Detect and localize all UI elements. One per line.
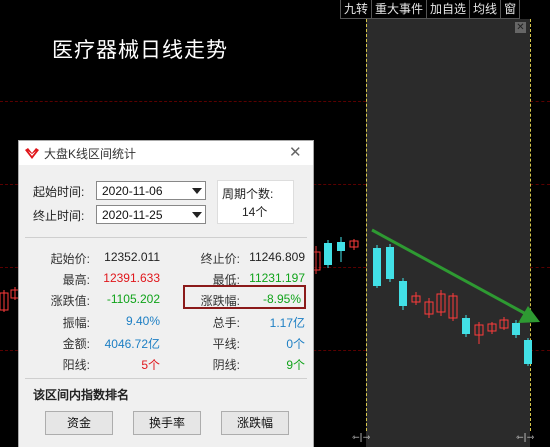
end-price-label: 终止价: xyxy=(200,252,240,266)
window-button[interactable]: 窗 xyxy=(500,0,521,19)
start-date-select[interactable]: 2020-11-06 xyxy=(96,181,206,200)
amount-label: 金额: xyxy=(62,337,90,351)
trend-arrow-head xyxy=(518,306,540,323)
pct-change-value: -8.95% xyxy=(262,292,301,306)
high-label: 最高: xyxy=(62,273,90,287)
low-value: 11231.197 xyxy=(249,271,305,285)
candle-body xyxy=(373,248,381,286)
range-end-marker[interactable]: ⇽|⇾ xyxy=(516,433,534,443)
candle-body xyxy=(512,323,520,335)
end-date-value: 2020-11-25 xyxy=(102,208,163,222)
down-count-value: 9个 xyxy=(286,358,305,372)
amplitude-value: 9.40% xyxy=(125,314,160,328)
change-label: 涨跌值: xyxy=(50,294,90,308)
amplitude-label: 振幅: xyxy=(62,316,90,330)
start-price-value: 12352.011 xyxy=(104,250,160,264)
flat-count-value: 0个 xyxy=(286,337,305,351)
app-logo-icon xyxy=(25,148,39,159)
major-events-button[interactable]: 重大事件 xyxy=(371,0,428,19)
start-price-label: 起始价: xyxy=(50,252,90,266)
fund-rank-button[interactable]: 资金 xyxy=(45,411,113,435)
period-count-value: 14个 xyxy=(242,205,268,219)
chevron-down-icon[interactable] xyxy=(188,182,205,199)
ranking-section-title: 该区间内指数排名 xyxy=(33,388,130,402)
jiuzhuan-button[interactable]: 九转 xyxy=(340,0,373,19)
dialog-title: 大盘K线区间统计 xyxy=(44,147,137,161)
period-count-label: 周期个数: xyxy=(222,187,274,201)
chart-stage: 九转 重大事件 加自选 均线 窗 医疗器械日线走势 ✕ ⇽|⇾ ⇽|⇾ 大盘K线… xyxy=(0,0,550,447)
candle-body xyxy=(337,242,345,251)
volume-label: 总手: xyxy=(212,316,240,330)
end-time-label: 终止时间: xyxy=(33,209,85,223)
change-rank-button[interactable]: 涨跌幅 xyxy=(221,411,289,435)
pct-change-label: 涨跌幅: xyxy=(200,294,240,308)
volume-value: 1.17亿 xyxy=(269,316,305,330)
candle-body xyxy=(386,247,394,279)
up-count-value: 5个 xyxy=(141,358,160,372)
flat-count-label: 平线: xyxy=(212,337,240,351)
chart-title: 医疗器械日线走势 xyxy=(52,38,228,62)
close-icon[interactable]: ✕ xyxy=(515,22,526,33)
range-start-marker[interactable]: ⇽|⇾ xyxy=(352,433,370,443)
candle-body xyxy=(324,243,332,265)
start-date-value: 2020-11-06 xyxy=(102,184,163,198)
down-count-label: 阴线: xyxy=(212,358,240,372)
candle-body xyxy=(462,318,470,334)
candle-body xyxy=(399,281,407,306)
add-favorite-button[interactable]: 加自选 xyxy=(426,0,471,19)
period-count-box: 周期个数: 14个 xyxy=(217,180,294,224)
start-time-label: 起始时间: xyxy=(33,185,85,199)
moving-average-button[interactable]: 均线 xyxy=(469,0,502,19)
high-value: 12391.633 xyxy=(103,271,160,285)
turnover-rank-button[interactable]: 换手率 xyxy=(133,411,201,435)
end-date-select[interactable]: 2020-11-25 xyxy=(96,205,206,224)
change-value: -1105.202 xyxy=(106,292,160,306)
dialog-titlebar[interactable]: 大盘K线区间统计 ✕ xyxy=(19,141,313,165)
up-count-label: 阳线: xyxy=(62,358,90,372)
candle-body xyxy=(524,340,532,364)
divider xyxy=(25,378,307,379)
top-toolbar: 九转 重大事件 加自选 均线 窗 xyxy=(340,0,521,19)
chevron-down-icon[interactable] xyxy=(188,206,205,223)
amount-value: 4046.72亿 xyxy=(104,337,160,351)
divider xyxy=(25,237,307,238)
interval-stats-dialog: 大盘K线区间统计 ✕ 起始时间: 2020-11-06 终止时间: 2020-1… xyxy=(18,140,314,447)
end-price-value: 11246.809 xyxy=(249,250,305,264)
dialog-close-icon[interactable]: ✕ xyxy=(289,143,302,161)
